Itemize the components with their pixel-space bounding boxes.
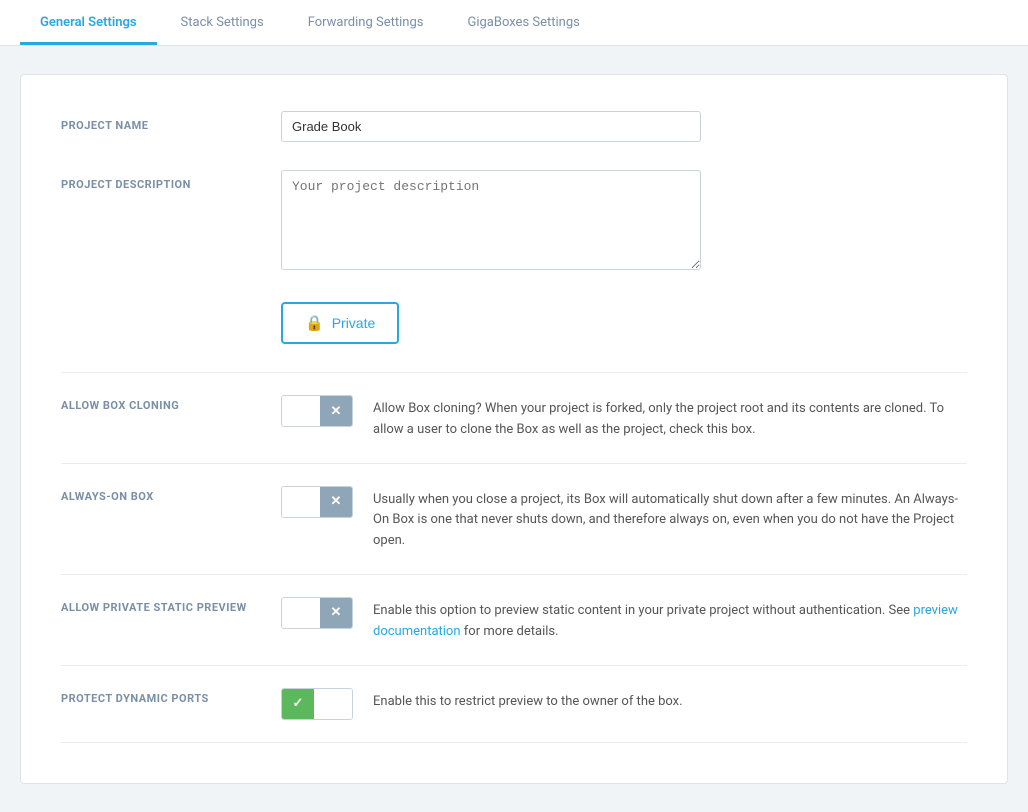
allow-box-cloning-label: ALLOW BOX CLONING — [61, 395, 281, 412]
protect-dynamic-ports-description: Enable this to restrict preview to the o… — [373, 688, 967, 713]
protect-dynamic-ports-label: PROTECT DYNAMIC PORTS — [61, 688, 281, 705]
toggle-on-left: ✓ — [282, 689, 314, 719]
allow-private-static-preview-row: ALLOW PRIVATE STATIC PREVIEW ✕ Enable th… — [61, 597, 967, 643]
allow-box-cloning-description: Allow Box cloning? When your project is … — [373, 395, 967, 441]
tab-forwarding-settings[interactable]: Forwarding Settings — [288, 1, 444, 45]
toggle-off-left — [282, 487, 320, 517]
allow-private-static-preview-toggle[interactable]: ✕ — [281, 597, 353, 629]
always-on-box-toggle[interactable]: ✕ — [281, 486, 353, 518]
toggle-off-right: ✕ — [320, 598, 352, 628]
allow-box-cloning-row: ALLOW BOX CLONING ✕ Allow Box cloning? W… — [61, 395, 967, 441]
private-label-spacer — [61, 302, 281, 310]
protect-dynamic-ports-toggle[interactable]: ✓ — [281, 688, 353, 720]
tab-gigaboxes-settings[interactable]: GigaBoxes Settings — [447, 1, 599, 45]
protect-dynamic-ports-row: PROTECT DYNAMIC PORTS ✓ Enable this to r… — [61, 688, 967, 720]
lock-icon: 🔒 — [305, 314, 324, 332]
protect-dynamic-ports-section: PROTECT DYNAMIC PORTS ✓ Enable this to r… — [61, 665, 967, 743]
toggle-off-left — [282, 396, 320, 426]
private-button[interactable]: 🔒 Private — [281, 302, 399, 344]
project-description-input[interactable] — [281, 170, 701, 270]
toggle-on-right — [314, 689, 352, 719]
tab-general-settings[interactable]: General Settings — [20, 1, 157, 45]
allow-private-static-preview-section: ALLOW PRIVATE STATIC PREVIEW ✕ Enable th… — [61, 574, 967, 665]
allow-box-cloning-section: ALLOW BOX CLONING ✕ Allow Box cloning? W… — [61, 372, 967, 463]
tabs-bar: General Settings Stack Settings Forwardi… — [0, 0, 1028, 46]
project-description-label: PROJECT DESCRIPTION — [61, 170, 281, 191]
toggle-off-left — [282, 598, 320, 628]
always-on-box-section: ALWAYS-ON BOX ✕ Usually when you close a… — [61, 463, 967, 574]
project-description-row: PROJECT DESCRIPTION — [61, 170, 967, 274]
toggle-off-right: ✕ — [320, 396, 352, 426]
project-name-row: PROJECT NAME — [61, 111, 967, 142]
allow-private-static-preview-description: Enable this option to preview static con… — [373, 597, 967, 643]
desc-after-link: for more details. — [461, 624, 559, 639]
private-button-row: 🔒 Private — [61, 302, 967, 344]
desc-before-link: Enable this option to preview static con… — [373, 603, 913, 618]
private-button-label: Private — [332, 315, 376, 331]
project-name-input[interactable] — [281, 111, 701, 142]
toggle-off-right: ✕ — [320, 487, 352, 517]
main-content: PROJECT NAME PROJECT DESCRIPTION 🔒 Priva… — [0, 46, 1028, 812]
project-name-label: PROJECT NAME — [61, 111, 281, 132]
always-on-box-label: ALWAYS-ON BOX — [61, 486, 281, 503]
allow-box-cloning-toggle[interactable]: ✕ — [281, 395, 353, 427]
private-control: 🔒 Private — [281, 302, 967, 344]
tab-stack-settings[interactable]: Stack Settings — [161, 1, 284, 45]
settings-card: PROJECT NAME PROJECT DESCRIPTION 🔒 Priva… — [20, 74, 1008, 784]
allow-private-static-preview-label: ALLOW PRIVATE STATIC PREVIEW — [61, 597, 281, 614]
always-on-box-description: Usually when you close a project, its Bo… — [373, 486, 967, 552]
project-description-control — [281, 170, 967, 274]
always-on-box-row: ALWAYS-ON BOX ✕ Usually when you close a… — [61, 486, 967, 552]
project-name-control — [281, 111, 967, 142]
